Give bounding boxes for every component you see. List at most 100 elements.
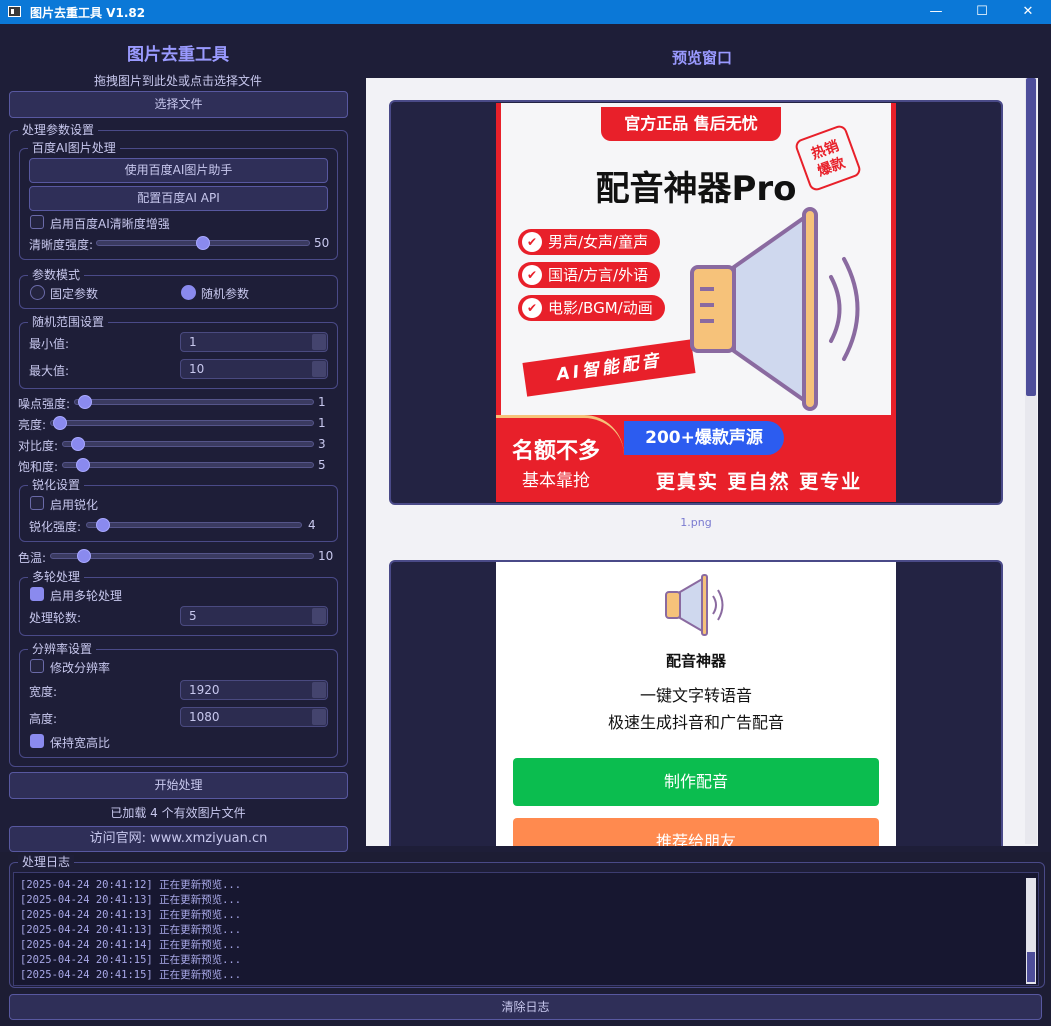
color-temp-slider-handle[interactable] [77,549,91,563]
keep-ratio-checkbox[interactable] [30,734,44,748]
sharpen-slider-handle[interactable] [96,518,110,532]
log-line: [2025-04-24 20:41:15] 正在更新预览... [20,969,242,981]
website-button[interactable]: 访问官网: www.xmziyuan.cn [9,826,348,852]
sharpen-enable-label: 启用锐化 [50,498,99,512]
poster-image-2: 配音神器 一键文字转语音 极速生成抖音和广告配音 制作配音 推荐给朋友 [496,562,896,846]
width-spinbox[interactable]: 1920 [180,680,328,700]
close-button[interactable]: ✕ [1005,0,1051,24]
brightness-slider-handle[interactable] [53,416,67,430]
noise-slider-handle[interactable] [78,395,92,409]
drop-hint: 拖拽图片到此处或点击选择文件 [93,74,262,88]
poster-image-1: 官方正品 售后无忧 配音神器Pro 热销 爆款 男声/女声/童声 ✔ 国语/方言/… [496,103,896,502]
minimize-button[interactable]: — [913,0,959,24]
contrast-slider[interactable] [62,441,314,447]
feature-1: 男声/女声/童声 ✔ [518,229,661,255]
log-scrollbar[interactable] [1026,878,1036,984]
max-value: 10 [189,362,205,376]
log-line: [2025-04-24 20:41:12] 正在更新预览... [20,879,242,891]
resolution-group-title: 分辨率设置 [28,642,97,656]
share-button[interactable]: 推荐给朋友 [513,818,879,846]
sharpness-label: 清晰度强度: [29,238,94,252]
saturation-slider-handle[interactable] [76,458,90,472]
select-file-button[interactable]: 选择文件 [9,91,348,118]
sharpen-enable-checkbox[interactable] [30,496,44,510]
check-icon: ✔ [522,298,542,318]
quota-line-2: 基本靠抢 [522,471,590,491]
start-button[interactable]: 开始处理 [9,772,348,799]
sharpen-slider[interactable] [86,522,302,528]
feature-3: 电影/BGM/动画 ✔ [518,295,665,321]
log-scrollbar-thumb[interactable] [1027,952,1035,982]
width-value: 1920 [189,683,220,697]
speaker-icon [665,574,724,636]
log-line: [2025-04-24 20:41:13] 正在更新预览... [20,924,242,936]
mode-fixed-radio[interactable] [30,285,45,300]
width-spin-arrows[interactable] [312,682,326,698]
log-line: [2025-04-24 20:41:15] 正在更新预览... [20,954,242,966]
contrast-value: 3 [318,437,326,451]
preview-scroll-area[interactable]: 官方正品 售后无忧 配音神器Pro 热销 爆款 男声/女声/童声 ✔ 国语/方言/… [366,78,1038,846]
mode-group-title: 参数模式 [28,268,85,282]
noise-slider[interactable] [74,399,314,405]
contrast-label: 对比度: [18,439,59,453]
feature-2: 国语/方言/外语 ✔ [518,262,661,288]
height-spin-arrows[interactable] [312,709,326,725]
quota-line-1: 名额不多 [511,439,600,464]
baidu-enhance-checkbox[interactable] [30,215,44,229]
height-value: 1080 [189,710,220,724]
resolution-enable-label: 修改分辨率 [50,661,111,675]
title-bar: 图片去重工具 V1.82 — ☐ ✕ [0,0,1051,24]
contrast-slider-handle[interactable] [71,437,85,451]
min-spinbox[interactable]: 1 [180,332,328,352]
color-temp-value: 10 [318,549,334,563]
max-spinbox[interactable]: 10 [180,359,328,379]
log-line: [2025-04-24 20:41:13] 正在更新预览... [20,909,242,921]
maximize-button[interactable]: ☐ [959,0,1005,24]
noise-value: 1 [318,395,326,409]
baidu-helper-button[interactable]: 使用百度AI图片助手 [29,158,328,183]
mode-random-radio[interactable] [181,285,196,300]
width-label: 宽度: [29,685,58,699]
preview-card-1[interactable]: 官方正品 售后无忧 配音神器Pro 热销 爆款 男声/女声/童声 ✔ 国语/方言/… [389,100,1003,505]
keep-ratio-label: 保持宽高比 [50,736,111,750]
params-group-title: 处理参数设置 [18,123,99,137]
random-range-group-title: 随机范围设置 [28,315,109,329]
mode-fixed-label: 固定参数 [50,287,99,301]
resolution-enable-checkbox[interactable] [30,659,44,673]
rounds-label: 处理轮数: [29,611,82,625]
baidu-config-button[interactable]: 配置百度AI API [29,186,328,211]
saturation-slider[interactable] [62,462,314,468]
brightness-slider[interactable] [50,420,314,426]
brightness-value: 1 [318,416,326,430]
baidu-group-title: 百度AI图片处理 [28,141,120,155]
preview-card-2[interactable]: 配音神器 一键文字转语音 极速生成抖音和广告配音 制作配音 推荐给朋友 [389,560,1003,846]
max-spin-arrows[interactable] [312,361,326,377]
multi-round-group-title: 多轮处理 [28,570,85,584]
sharpness-slider-handle[interactable] [196,236,210,250]
rounds-spinbox[interactable]: 5 [180,606,328,626]
height-spinbox[interactable]: 1080 [180,707,328,727]
multi-round-checkbox[interactable] [30,587,44,601]
sources-badge: 200+爆款声源 [624,421,784,455]
clear-log-button[interactable]: 清除日志 [9,994,1042,1020]
sharpen-group-title: 锐化设置 [28,478,85,492]
brightness-label: 亮度: [18,418,47,432]
feature-1-text: 男声/女声/童声 [548,233,649,251]
log-title: 处理日志 [18,855,75,869]
saturation-value: 5 [318,458,326,472]
sharpness-value: 50 [314,236,330,250]
check-icon: ✔ [522,232,542,252]
rounds-spin-arrows[interactable] [312,608,326,624]
multi-round-label: 启用多轮处理 [50,589,123,603]
baidu-enhance-label: 启用百度AI清晰度增强 [50,217,170,231]
min-spin-arrows[interactable] [312,334,326,350]
noise-label: 噪点强度: [18,397,71,411]
min-value: 1 [189,335,197,349]
preview-scrollbar[interactable] [1025,78,1037,844]
app-name: 配音神器 [665,652,726,670]
preview-scrollbar-thumb[interactable] [1026,78,1036,396]
make-dub-button[interactable]: 制作配音 [513,758,879,806]
app-icon [8,6,21,17]
check-icon: ✔ [522,265,542,285]
sharpen-value: 4 [308,518,316,532]
